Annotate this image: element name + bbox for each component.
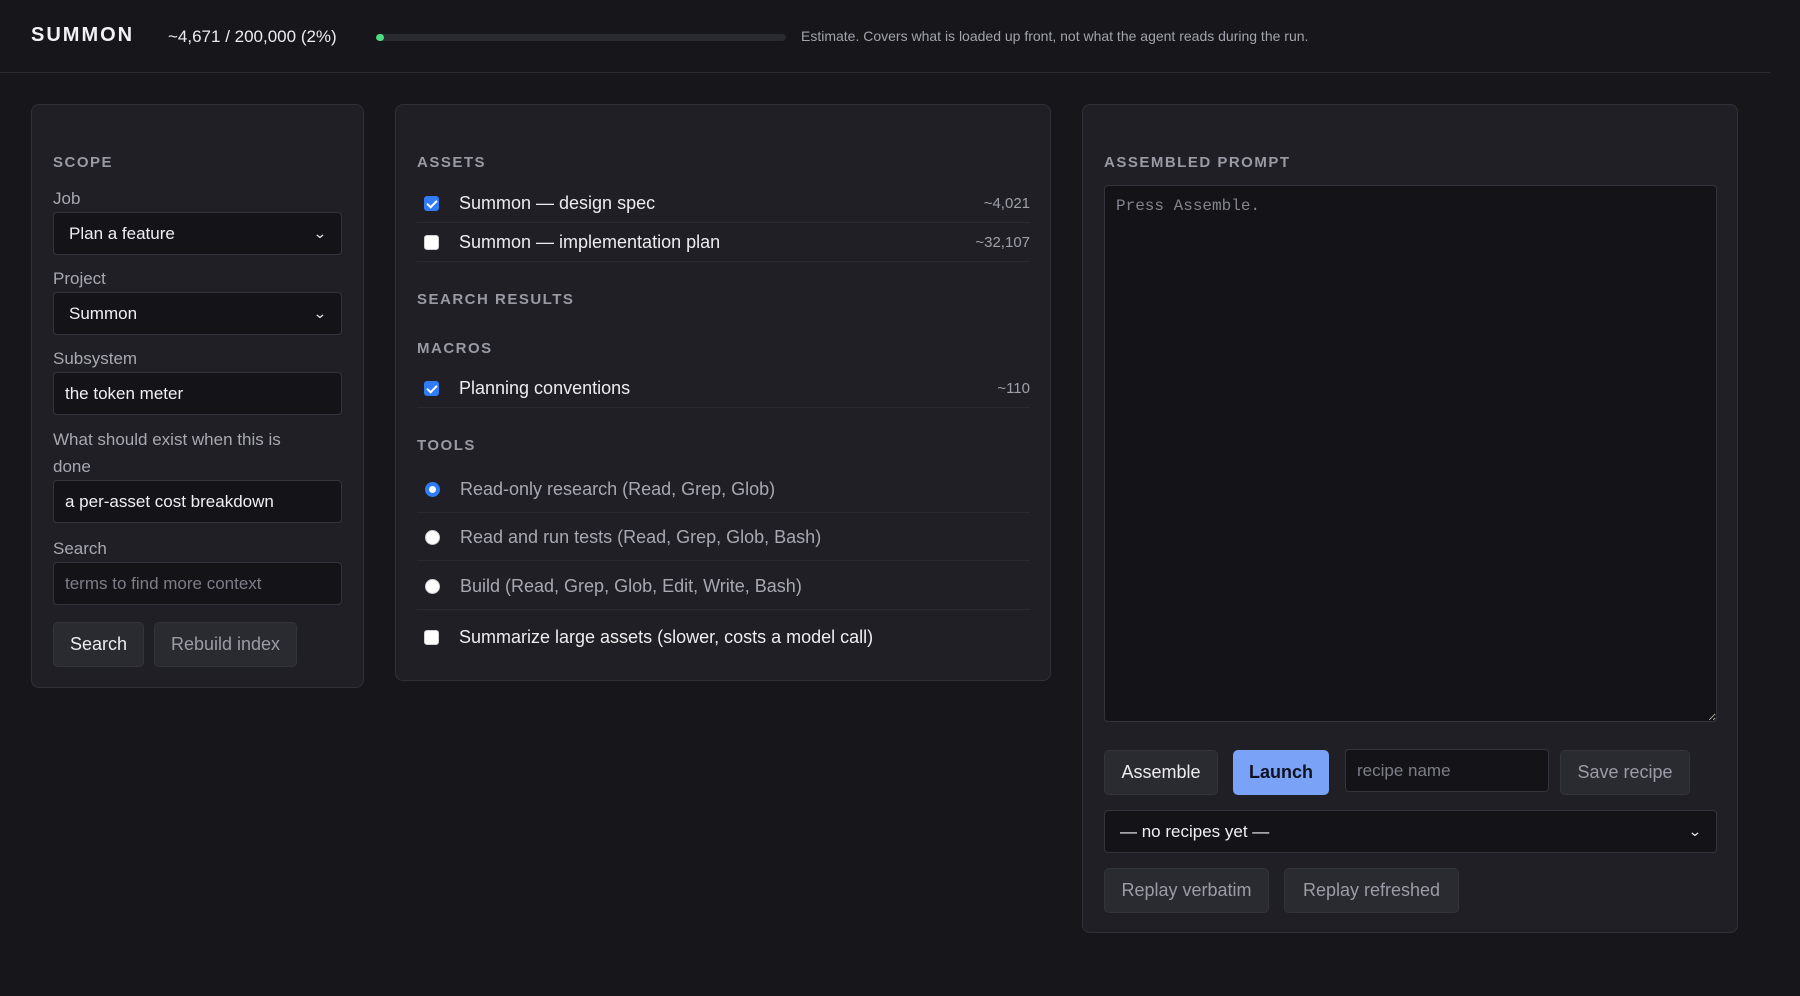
asset-token-count: ~32,107 [975,234,1030,251]
job-label: Job [53,189,81,208]
tool-label: Read and run tests (Read, Grep, Glob, Ba… [460,527,822,547]
done-criteria-input[interactable]: a per-asset cost breakdown [53,480,342,523]
macros-heading: MACROS [417,340,493,357]
replay-verbatim-button[interactable]: Replay verbatim [1104,868,1269,913]
asset-checkbox[interactable] [424,196,439,211]
token-meter-note: Estimate. Covers what is loaded up front… [801,28,1309,44]
project-select[interactable]: Summon ⌄ [53,292,342,335]
asset-row[interactable]: Summon — implementation plan ~32,107 [417,224,1030,262]
subsystem-label: Subsystem [53,349,138,368]
scope-heading: SCOPE [53,154,114,171]
tool-option[interactable]: Read-only research (Read, Grep, Glob) [417,467,1030,513]
asset-label: Summon — design spec [459,193,656,213]
chevron-down-icon: ⌄ [313,305,328,321]
tool-radio[interactable] [425,530,440,545]
search-label: Search [53,539,107,558]
save-recipe-button[interactable]: Save recipe [1560,750,1690,795]
subsystem-input-value: the token meter [65,383,184,403]
launch-button[interactable]: Launch [1233,750,1329,795]
assembled-prompt-heading: ASSEMBLED PROMPT [1104,154,1291,171]
tool-radio[interactable] [425,482,440,497]
recipe-name-input[interactable]: recipe name [1345,749,1549,792]
chevron-down-icon: ⌄ [1688,823,1703,839]
asset-row[interactable]: Summon — design spec ~4,021 [417,185,1030,223]
done-criteria-input-value: a per-asset cost breakdown [65,491,274,511]
tool-radio[interactable] [425,579,440,594]
search-input[interactable]: terms to find more context [53,562,342,605]
asset-checkbox[interactable] [424,235,439,250]
summarize-option[interactable]: Summarize large assets (slower, costs a … [417,618,1030,656]
top-bar: SUMMON ~4,671 / 200,000 (2%) Estimate. C… [0,0,1770,73]
assets-heading: ASSETS [417,154,487,171]
token-meter-bar [376,34,786,41]
macro-label: Planning conventions [459,378,631,398]
summarize-checkbox[interactable] [424,629,439,645]
tool-label: Read-only research (Read, Grep, Glob) [460,479,776,499]
search-button[interactable]: Search [53,622,144,667]
tool-option[interactable]: Read and run tests (Read, Grep, Glob, Ba… [417,515,1030,561]
token-meter-readout: ~4,671 / 200,000 (2%) [168,27,337,46]
macro-checkbox[interactable] [424,381,439,396]
project-label: Project [53,269,106,288]
token-meter-fill [376,34,385,41]
asset-label: Summon — implementation plan [459,232,721,252]
job-select-value: Plan a feature [69,223,175,243]
recipe-name-placeholder: recipe name [1357,760,1451,780]
rebuild-index-button[interactable]: Rebuild index [154,622,297,667]
subsystem-input[interactable]: the token meter [53,372,342,415]
assemble-button[interactable]: Assemble [1104,750,1218,795]
recipes-select-value: — no recipes yet — [1120,821,1270,841]
macro-row[interactable]: Planning conventions ~110 [417,370,1030,408]
assembled-prompt-textarea[interactable] [1104,185,1717,722]
chevron-down-icon: ⌄ [313,225,328,241]
job-select[interactable]: Plan a feature ⌄ [53,212,342,255]
project-select-value: Summon [69,303,138,323]
asset-token-count: ~4,021 [983,195,1030,212]
done-criteria-label: What should exist when this is done [53,430,281,476]
tool-label: Build (Read, Grep, Glob, Edit, Write, Ba… [460,576,802,596]
tool-option[interactable]: Build (Read, Grep, Glob, Edit, Write, Ba… [417,564,1030,610]
summarize-label: Summarize large assets (slower, costs a … [459,626,874,647]
app-title: SUMMON [31,24,135,46]
recipes-select[interactable]: — no recipes yet — ⌄ [1104,810,1717,853]
search-results-heading: SEARCH RESULTS [417,291,575,308]
tools-heading: TOOLS [417,437,476,454]
macro-token-count: ~110 [997,380,1030,397]
replay-refreshed-button[interactable]: Replay refreshed [1284,868,1459,913]
search-input-placeholder: terms to find more context [65,573,262,593]
